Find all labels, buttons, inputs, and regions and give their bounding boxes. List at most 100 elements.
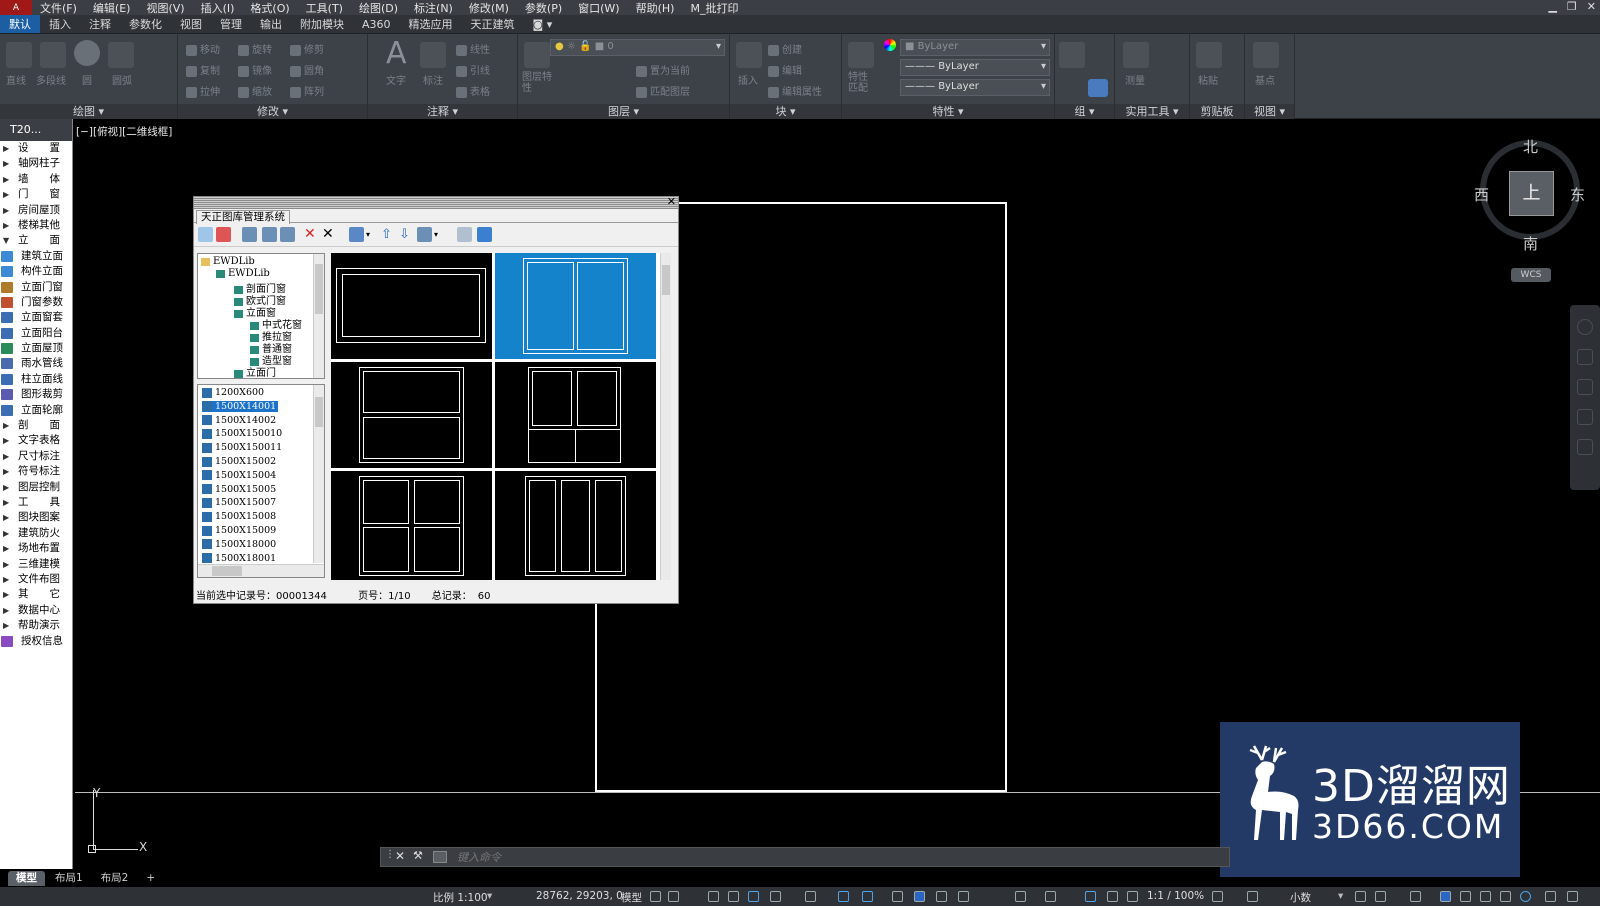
steering-wheel-icon[interactable] <box>1577 319 1593 335</box>
palette-item[interactable]: ▶ 房间屋顶 <box>0 203 72 218</box>
osnap-tracking-icon[interactable] <box>838 891 849 902</box>
sort-icon[interactable] <box>417 227 432 242</box>
modify-fillet[interactable]: 圆角 <box>290 62 324 77</box>
panel-modify-title[interactable]: 修改 ▾ <box>178 104 367 119</box>
palette-item[interactable]: ▶ 三维建模 <box>0 557 72 572</box>
annotate-leader[interactable]: 引线 <box>456 62 490 77</box>
layout-tab[interactable]: 布局2 <box>93 871 137 886</box>
modify-array[interactable]: 阵列 <box>290 83 324 98</box>
annotate-linear[interactable]: 线性 <box>456 41 490 56</box>
draw-polyline-label[interactable]: 多段线 <box>36 72 66 87</box>
layout-icon-b[interactable] <box>1500 891 1511 902</box>
dynamic-input-icon[interactable] <box>1015 891 1026 902</box>
menu-item[interactable]: M_批打印 <box>682 0 746 16</box>
modify-copy[interactable]: 复制 <box>186 62 220 77</box>
layer-properties-label[interactable]: 图层特性 <box>522 72 552 94</box>
menu-item[interactable]: 文件(F) <box>32 0 85 16</box>
compass-south[interactable]: 南 <box>1523 233 1538 254</box>
block-create[interactable]: 创建 <box>768 41 802 56</box>
menu-item[interactable]: 修改(M) <box>461 0 517 16</box>
modify-move[interactable]: 移动 <box>186 41 220 56</box>
app-logo[interactable]: A <box>0 0 32 15</box>
menu-item[interactable]: 工具(T) <box>298 0 351 16</box>
layout-icon-a[interactable] <box>1480 891 1491 902</box>
group-icon[interactable] <box>1059 42 1085 68</box>
ribbon-tab[interactable]: 插入 <box>40 15 80 33</box>
arc-icon[interactable] <box>108 42 134 68</box>
list-item[interactable]: 1500X18000 <box>202 539 276 550</box>
palette-item[interactable]: 立面阳台 <box>0 326 72 341</box>
modify-stretch[interactable]: 拉伸 <box>186 83 220 98</box>
close-icon[interactable]: ✕ <box>1587 0 1596 13</box>
cmd-grip-icon[interactable]: ⋮ <box>385 849 395 860</box>
restore-icon[interactable]: ❐ <box>1567 0 1577 13</box>
selection-filter-icon[interactable] <box>1045 891 1056 902</box>
circle-icon[interactable] <box>74 40 100 66</box>
utility-measure-label[interactable]: 测量 <box>1125 72 1145 87</box>
list-item[interactable]: 1500X15009 <box>202 525 276 536</box>
annotate-text-label[interactable]: 文字 <box>386 72 406 87</box>
menu-item[interactable]: 编辑(E) <box>85 0 139 16</box>
ribbon-tab[interactable]: A360 <box>353 17 400 32</box>
thumbnail-scroll-thumb[interactable] <box>662 265 670 295</box>
line-icon[interactable] <box>6 42 32 68</box>
palette-item[interactable]: ▶ 工 具 <box>0 495 72 510</box>
prop-match-label[interactable]: 特性匹配 <box>848 72 872 94</box>
modify-scale[interactable]: 缩放 <box>238 83 272 98</box>
filter-icon[interactable] <box>216 227 231 242</box>
ribbon-tab[interactable]: 注释 <box>80 15 120 33</box>
panel-properties-title[interactable]: 特性 ▾ <box>842 104 1054 119</box>
fullscreen-icon[interactable] <box>1545 891 1556 902</box>
palette-item[interactable]: 立面窗套 <box>0 310 72 325</box>
thumbnail-4[interactable] <box>495 362 656 468</box>
command-input[interactable] <box>457 849 1217 865</box>
text-icon[interactable]: A <box>386 36 407 71</box>
annotation-visibility-icon[interactable] <box>1107 891 1118 902</box>
ribbon-tab[interactable]: 精选应用 <box>400 15 462 33</box>
view-grid-icon[interactable] <box>349 227 364 242</box>
ribbon-tab[interactable]: 输出 <box>251 15 291 33</box>
palette-item[interactable]: ▶ 帮助演示 <box>0 618 72 633</box>
palette-item[interactable]: ▶ 轴网柱子 <box>0 156 72 171</box>
status-annoscale[interactable]: 1:1 / 100% <box>1147 890 1204 902</box>
palette-item[interactable]: 雨水管线 <box>0 356 72 371</box>
tree-node[interactable]: EWDLib <box>201 256 255 267</box>
customization-menu-icon[interactable] <box>1567 891 1578 902</box>
status-model[interactable]: 模型 <box>621 890 642 905</box>
list-hscroll-thumb[interactable] <box>212 566 242 576</box>
block-insert-label[interactable]: 插入 <box>738 72 758 87</box>
list-item[interactable]: 1500X15007 <box>202 497 276 508</box>
view-grid-dropdown-icon[interactable]: ▾ <box>366 227 381 242</box>
gizmo-icon[interactable] <box>1085 891 1096 902</box>
snap-icon[interactable] <box>668 891 679 902</box>
menu-item[interactable]: 绘图(D) <box>351 0 406 16</box>
3d-osnap-icon[interactable] <box>958 891 969 902</box>
palette-item[interactable]: 立面屋顶 <box>0 341 72 356</box>
palette-item[interactable]: ▶ 尺寸标注 <box>0 449 72 464</box>
pan-icon[interactable] <box>1577 349 1593 365</box>
infer-icon[interactable] <box>728 891 739 902</box>
add-layout-button[interactable]: + <box>138 871 163 886</box>
list-item[interactable]: 1500X150011 <box>202 442 282 453</box>
palette-item[interactable]: 立面轮廓 <box>0 403 72 418</box>
color-wheel-icon[interactable] <box>884 39 896 51</box>
cmd-wrench-icon[interactable]: ⚒ <box>413 849 423 862</box>
ribbon-extra-icon[interactable]: ◙ ▾ <box>524 17 562 32</box>
palette-item[interactable]: ▶ 场地布置 <box>0 541 72 556</box>
sort-dropdown-icon[interactable]: ▾ <box>434 227 449 242</box>
menu-item[interactable]: 格式(O) <box>242 0 297 16</box>
palette-item[interactable]: ▶ 图层控制 <box>0 480 72 495</box>
polar-icon[interactable] <box>770 891 781 902</box>
palette-item[interactable]: ▶ 楼梯其他 <box>0 218 72 233</box>
palette-item[interactable]: ▶ 数据中心 <box>0 603 72 618</box>
menu-item[interactable]: 参数(P) <box>517 0 570 16</box>
palette-item[interactable]: 门窗参数 <box>0 295 72 310</box>
palette-item[interactable]: 建筑立面 <box>0 249 72 264</box>
menu-item[interactable]: 标注(N) <box>406 0 461 16</box>
tree-node[interactable]: EWDLib <box>216 268 270 279</box>
draw-arc-label[interactable]: 圆弧 <box>112 72 132 87</box>
panel-block-title[interactable]: 块 ▾ <box>730 104 841 119</box>
replace-icon[interactable] <box>457 227 472 242</box>
wcs-menu[interactable]: WCS <box>1511 268 1551 282</box>
minimize-icon[interactable]: ▁ <box>1548 0 1556 13</box>
